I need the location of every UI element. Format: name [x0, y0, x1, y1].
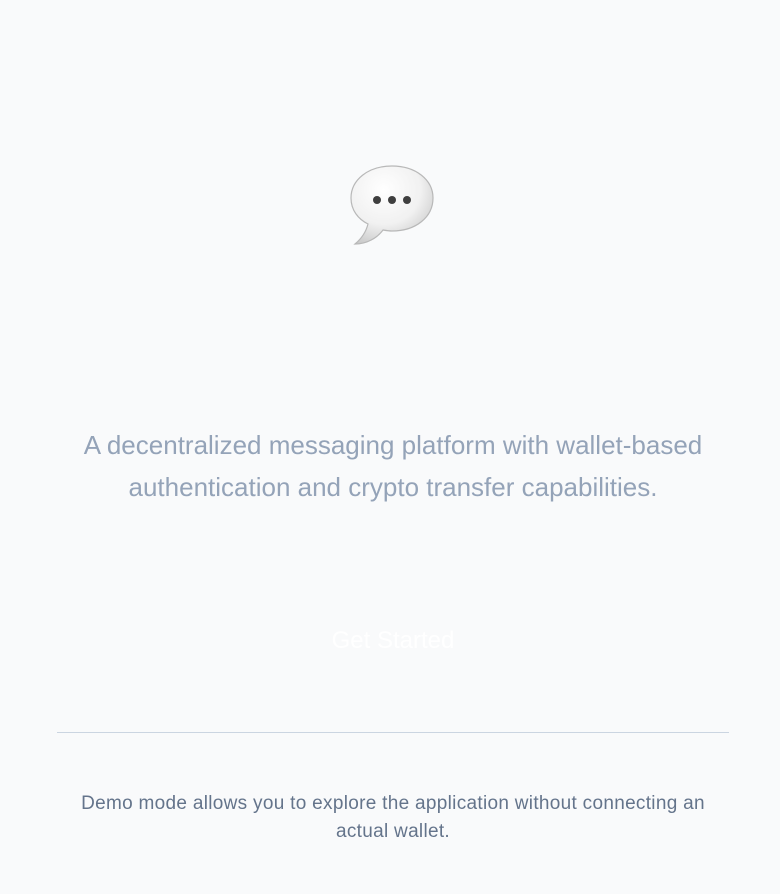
welcome-page: A decentralized messaging platform with … [0, 0, 780, 894]
tagline: A decentralized messaging platform with … [83, 430, 703, 502]
get-started-button[interactable]: Get Started [290, 618, 496, 664]
speech-bubble-icon [346, 160, 438, 252]
divider [57, 732, 729, 733]
demo-mode-note: Demo mode allows you to explore the appl… [81, 793, 705, 842]
